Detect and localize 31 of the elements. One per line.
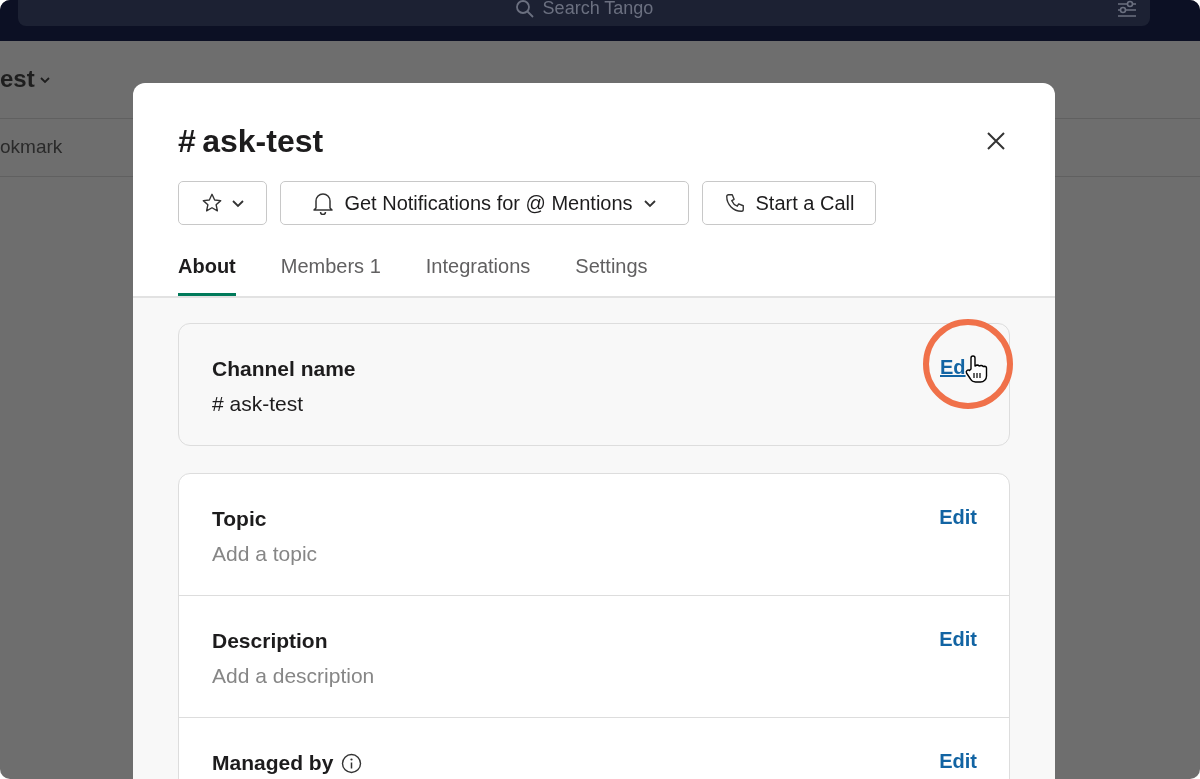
filter-icon[interactable] [1116, 0, 1138, 18]
field-label: Channel name [212, 356, 356, 382]
edit-link[interactable]: Edit [939, 746, 977, 776]
edit-link[interactable]: Edit [939, 624, 977, 654]
field-label: Topic [212, 506, 267, 532]
chevron-down-icon [38, 74, 51, 85]
dialog-title: # ask-test [178, 122, 324, 161]
field-label: Description [212, 628, 328, 654]
close-icon [986, 131, 1006, 151]
search-field[interactable]: Search Tango [18, 0, 1150, 26]
info-icon[interactable] [341, 752, 363, 774]
bell-icon [312, 191, 335, 215]
tab[interactable]: Integrations [425, 251, 531, 296]
notifications-button[interactable]: Get Notifications for @ Mentions [280, 181, 689, 225]
field-value: # ask-test [212, 391, 304, 417]
edit-link[interactable]: Edit [939, 502, 977, 532]
chevron-down-icon [230, 198, 245, 208]
empty-value-text: Add a description [212, 663, 375, 689]
chevron-down-icon [642, 198, 657, 208]
start-call-button[interactable]: Start a Call [702, 181, 876, 225]
field-label: Managed by [212, 750, 334, 776]
tab[interactable]: Settings [575, 251, 648, 296]
phone-icon [723, 192, 746, 214]
channel-header[interactable]: est [0, 60, 35, 97]
empty-value-text: Add a topic [212, 541, 318, 567]
tab[interactable]: Members 1 [280, 251, 381, 296]
hand-cursor-icon [963, 354, 989, 384]
search-icon [514, 0, 535, 19]
search-placeholder: Search Tango [542, 0, 654, 20]
star-button[interactable] [178, 181, 267, 225]
star-icon [200, 192, 223, 214]
